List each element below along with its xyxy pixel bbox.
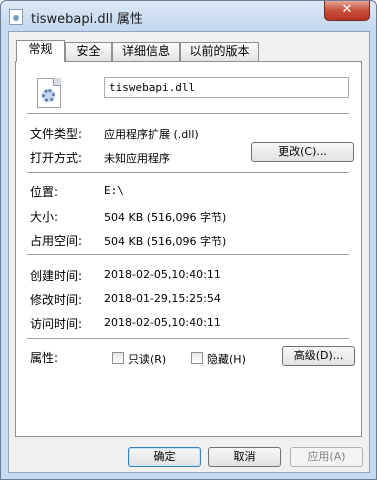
divider	[27, 113, 349, 114]
file-type-label: 文件类型:	[30, 127, 83, 141]
accessed-label: 访问时间:	[30, 317, 83, 331]
dll-file-icon	[37, 78, 61, 108]
size-on-disk-label: 占用空间:	[30, 234, 83, 248]
hidden-checkbox[interactable]	[191, 352, 203, 364]
created-label: 创建时间:	[30, 269, 83, 283]
divider	[27, 172, 349, 173]
gear-icon	[42, 89, 55, 102]
window-title: tiswebapi.dll 属性	[31, 12, 143, 27]
properties-window: tiswebapi.dll 属性 ✕ 常规 安全 详细信息 以前的版本 tisw…	[0, 0, 377, 480]
dialog-client-area: 常规 安全 详细信息 以前的版本 tiswebapi.dll 文件类型: 应用程…	[8, 31, 370, 473]
hidden-label[interactable]: 隐藏(H)	[207, 351, 246, 367]
opens-with-value: 未知应用程序	[104, 152, 170, 165]
change-button[interactable]: 更改(C)...	[251, 142, 354, 162]
dll-file-icon	[9, 9, 23, 25]
file-type-value: 应用程序扩展 (.dll)	[104, 128, 199, 141]
location-label: 位置:	[30, 185, 59, 199]
title-bar[interactable]: tiswebapi.dll 属性 ✕	[1, 1, 376, 31]
attributes-label: 属性:	[30, 351, 59, 365]
divider	[27, 338, 349, 339]
tab-security[interactable]: 安全	[65, 42, 112, 61]
divider	[27, 254, 349, 255]
advanced-button[interactable]: 高级(D)...	[282, 346, 355, 366]
size-value: 504 KB (516,096 字节)	[104, 211, 227, 224]
readonly-label[interactable]: 只读(R)	[128, 351, 166, 367]
apply-button[interactable]: 应用(A)	[290, 447, 363, 467]
tab-previous-versions[interactable]: 以前的版本	[180, 42, 259, 61]
size-on-disk-value: 504 KB (516,096 字节)	[104, 235, 227, 248]
size-label: 大小:	[30, 210, 59, 224]
modified-value: 2018-01-29,15:25:54	[104, 292, 221, 305]
file-name-field[interactable]: tiswebapi.dll	[104, 77, 349, 98]
modified-label: 修改时间:	[30, 293, 83, 307]
tab-details[interactable]: 详细信息	[112, 42, 180, 61]
general-tab-panel: tiswebapi.dll 文件类型: 应用程序扩展 (.dll) 打开方式: …	[15, 61, 362, 437]
readonly-checkbox[interactable]	[112, 352, 124, 364]
close-button[interactable]: ✕	[324, 1, 370, 21]
location-value: E:\	[104, 184, 124, 197]
cancel-button[interactable]: 取消	[208, 447, 281, 467]
created-value: 2018-02-05,10:40:11	[104, 268, 221, 281]
ok-button[interactable]: 确定	[128, 447, 201, 467]
tab-general[interactable]: 常规	[16, 40, 65, 62]
opens-with-label: 打开方式:	[30, 151, 83, 165]
accessed-value: 2018-02-05,10:40:11	[104, 316, 221, 329]
